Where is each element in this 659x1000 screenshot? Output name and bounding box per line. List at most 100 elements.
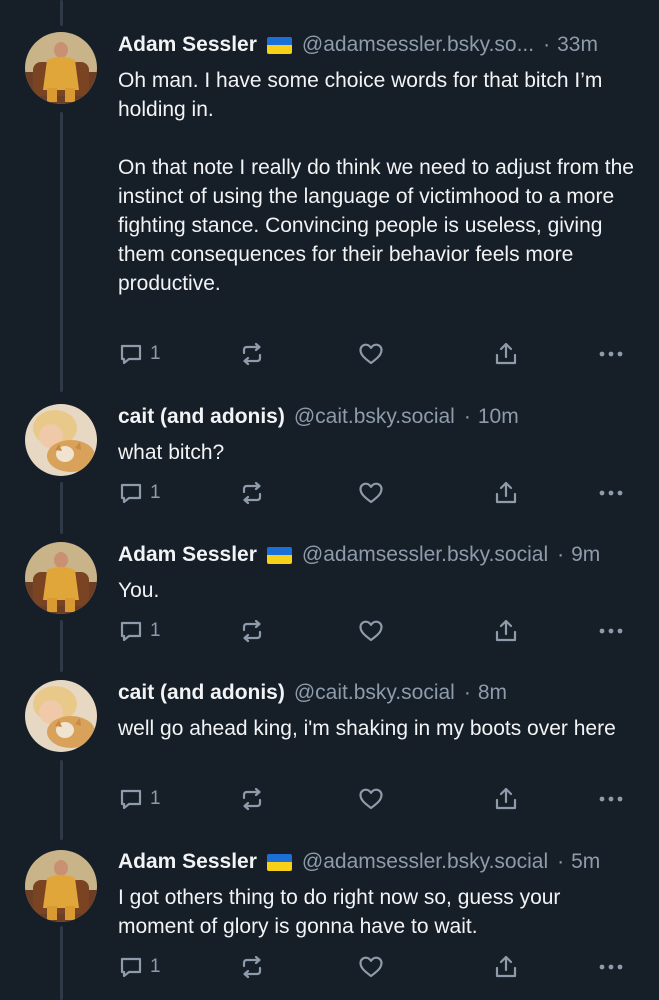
post-header: cait (and adonis) @cait.bsky.social · 8m <box>118 677 633 709</box>
repost-icon <box>242 481 262 505</box>
more-options-button[interactable] <box>596 952 626 982</box>
reply-icon <box>120 789 142 810</box>
post-header: Adam Sessler @adamsessler.bsky.social · … <box>118 539 633 571</box>
more-icon <box>599 628 623 634</box>
repost-icon <box>242 342 262 366</box>
post-timestamp[interactable]: 9m <box>571 539 600 571</box>
share-icon <box>495 342 517 365</box>
repost-button[interactable] <box>238 784 266 814</box>
ukraine-flag-icon <box>266 36 292 54</box>
reply-icon <box>120 621 142 642</box>
repost-icon <box>242 619 262 643</box>
author-handle[interactable]: @cait.bsky.social <box>294 677 455 709</box>
repost-button[interactable] <box>238 616 266 646</box>
separator-dot: · <box>463 681 471 704</box>
post-timestamp[interactable]: 8m <box>478 677 507 709</box>
post-header: Adam Sessler @adamsessler.bsky.social · … <box>118 846 633 878</box>
heart-icon <box>359 788 383 810</box>
post-actions: 1 <box>118 952 628 982</box>
repost-button[interactable] <box>238 339 266 369</box>
reply-button[interactable]: 1 <box>118 952 161 982</box>
post-text: well go ahead king, i'm shaking in my bo… <box>118 717 616 740</box>
share-button[interactable] <box>493 952 519 982</box>
post-actions: 1 <box>118 339 628 369</box>
avatar-adam-image <box>25 542 97 614</box>
post-timestamp[interactable]: 5m <box>571 846 600 878</box>
reply-count: 1 <box>150 620 161 641</box>
author-handle[interactable]: @adamsessler.bsky.social <box>302 539 548 571</box>
avatar-adam-image <box>25 32 97 104</box>
more-icon <box>599 351 623 357</box>
like-button[interactable] <box>357 339 385 369</box>
more-options-button[interactable] <box>596 616 626 646</box>
like-button[interactable] <box>357 478 385 508</box>
reply-button[interactable]: 1 <box>118 478 161 508</box>
like-button[interactable] <box>357 616 385 646</box>
post-timestamp[interactable]: 10m <box>478 401 519 433</box>
post[interactable]: Adam Sessler @adamsessler.bsky.so... · 3… <box>0 0 659 392</box>
author-name[interactable]: cait (and adonis) <box>118 401 285 433</box>
more-options-button[interactable] <box>596 339 626 369</box>
share-icon <box>495 619 517 642</box>
more-options-button[interactable] <box>596 784 626 814</box>
author-handle[interactable]: @adamsessler.bsky.so... <box>302 29 534 61</box>
author-name[interactable]: Adam Sessler <box>118 29 257 61</box>
like-button[interactable] <box>357 952 385 982</box>
thread-view: Adam Sessler @adamsessler.bsky.so... · 3… <box>0 0 659 1000</box>
more-icon <box>599 490 623 496</box>
reply-count: 1 <box>150 482 161 503</box>
reply-button[interactable]: 1 <box>118 784 161 814</box>
author-name[interactable]: Adam Sessler <box>118 539 257 571</box>
separator-dot: · <box>463 405 471 428</box>
post[interactable]: Adam Sessler @adamsessler.bsky.social · … <box>0 836 659 1000</box>
post-timestamp[interactable]: 33m <box>557 29 598 61</box>
author-handle[interactable]: @cait.bsky.social <box>294 401 455 433</box>
heart-icon <box>359 482 383 504</box>
heart-icon <box>359 343 383 365</box>
share-button[interactable] <box>493 339 519 369</box>
reply-button[interactable]: 1 <box>118 616 161 646</box>
post-text: Oh man. I have some choice words for tha… <box>118 69 634 295</box>
avatar[interactable] <box>25 404 97 476</box>
ukraine-flag-icon <box>266 853 292 871</box>
separator-dot: · <box>543 33 551 56</box>
heart-icon <box>359 956 383 978</box>
post[interactable]: cait (and adonis) @cait.bsky.social · 8m… <box>0 668 659 836</box>
avatar[interactable] <box>25 32 97 104</box>
ukraine-flag-icon <box>266 546 292 564</box>
post-text: what bitch? <box>118 441 225 464</box>
reply-count: 1 <box>150 956 161 977</box>
author-name[interactable]: Adam Sessler <box>118 846 257 878</box>
post-actions: 1 <box>118 616 628 646</box>
post[interactable]: Adam Sessler @adamsessler.bsky.social · … <box>0 530 659 668</box>
avatar[interactable] <box>25 850 97 922</box>
post-header: Adam Sessler @adamsessler.bsky.so... · 3… <box>118 29 633 61</box>
share-button[interactable] <box>493 784 519 814</box>
separator-dot: · <box>557 543 565 566</box>
avatar[interactable] <box>25 680 97 752</box>
like-button[interactable] <box>357 784 385 814</box>
more-options-button[interactable] <box>596 478 626 508</box>
more-icon <box>599 796 623 802</box>
post[interactable]: cait (and adonis) @cait.bsky.social · 10… <box>0 392 659 530</box>
reply-count: 1 <box>150 788 161 809</box>
repost-button[interactable] <box>238 478 266 508</box>
avatar-cait-image <box>25 680 97 752</box>
reply-button[interactable]: 1 <box>118 339 161 369</box>
separator-dot: · <box>557 850 565 873</box>
avatar[interactable] <box>25 542 97 614</box>
reply-icon <box>120 344 142 365</box>
author-handle[interactable]: @adamsessler.bsky.social <box>302 846 548 878</box>
repost-button[interactable] <box>238 952 266 982</box>
author-name[interactable]: cait (and adonis) <box>118 677 285 709</box>
reply-icon <box>120 483 142 504</box>
repost-icon <box>242 787 262 811</box>
avatar-cait-image <box>25 404 97 476</box>
share-button[interactable] <box>493 616 519 646</box>
post-header: cait (and adonis) @cait.bsky.social · 10… <box>118 401 633 433</box>
share-button[interactable] <box>493 478 519 508</box>
post-text: You. <box>118 579 160 602</box>
more-icon <box>599 964 623 970</box>
avatar-adam-image <box>25 850 97 922</box>
post-actions: 1 <box>118 784 628 814</box>
